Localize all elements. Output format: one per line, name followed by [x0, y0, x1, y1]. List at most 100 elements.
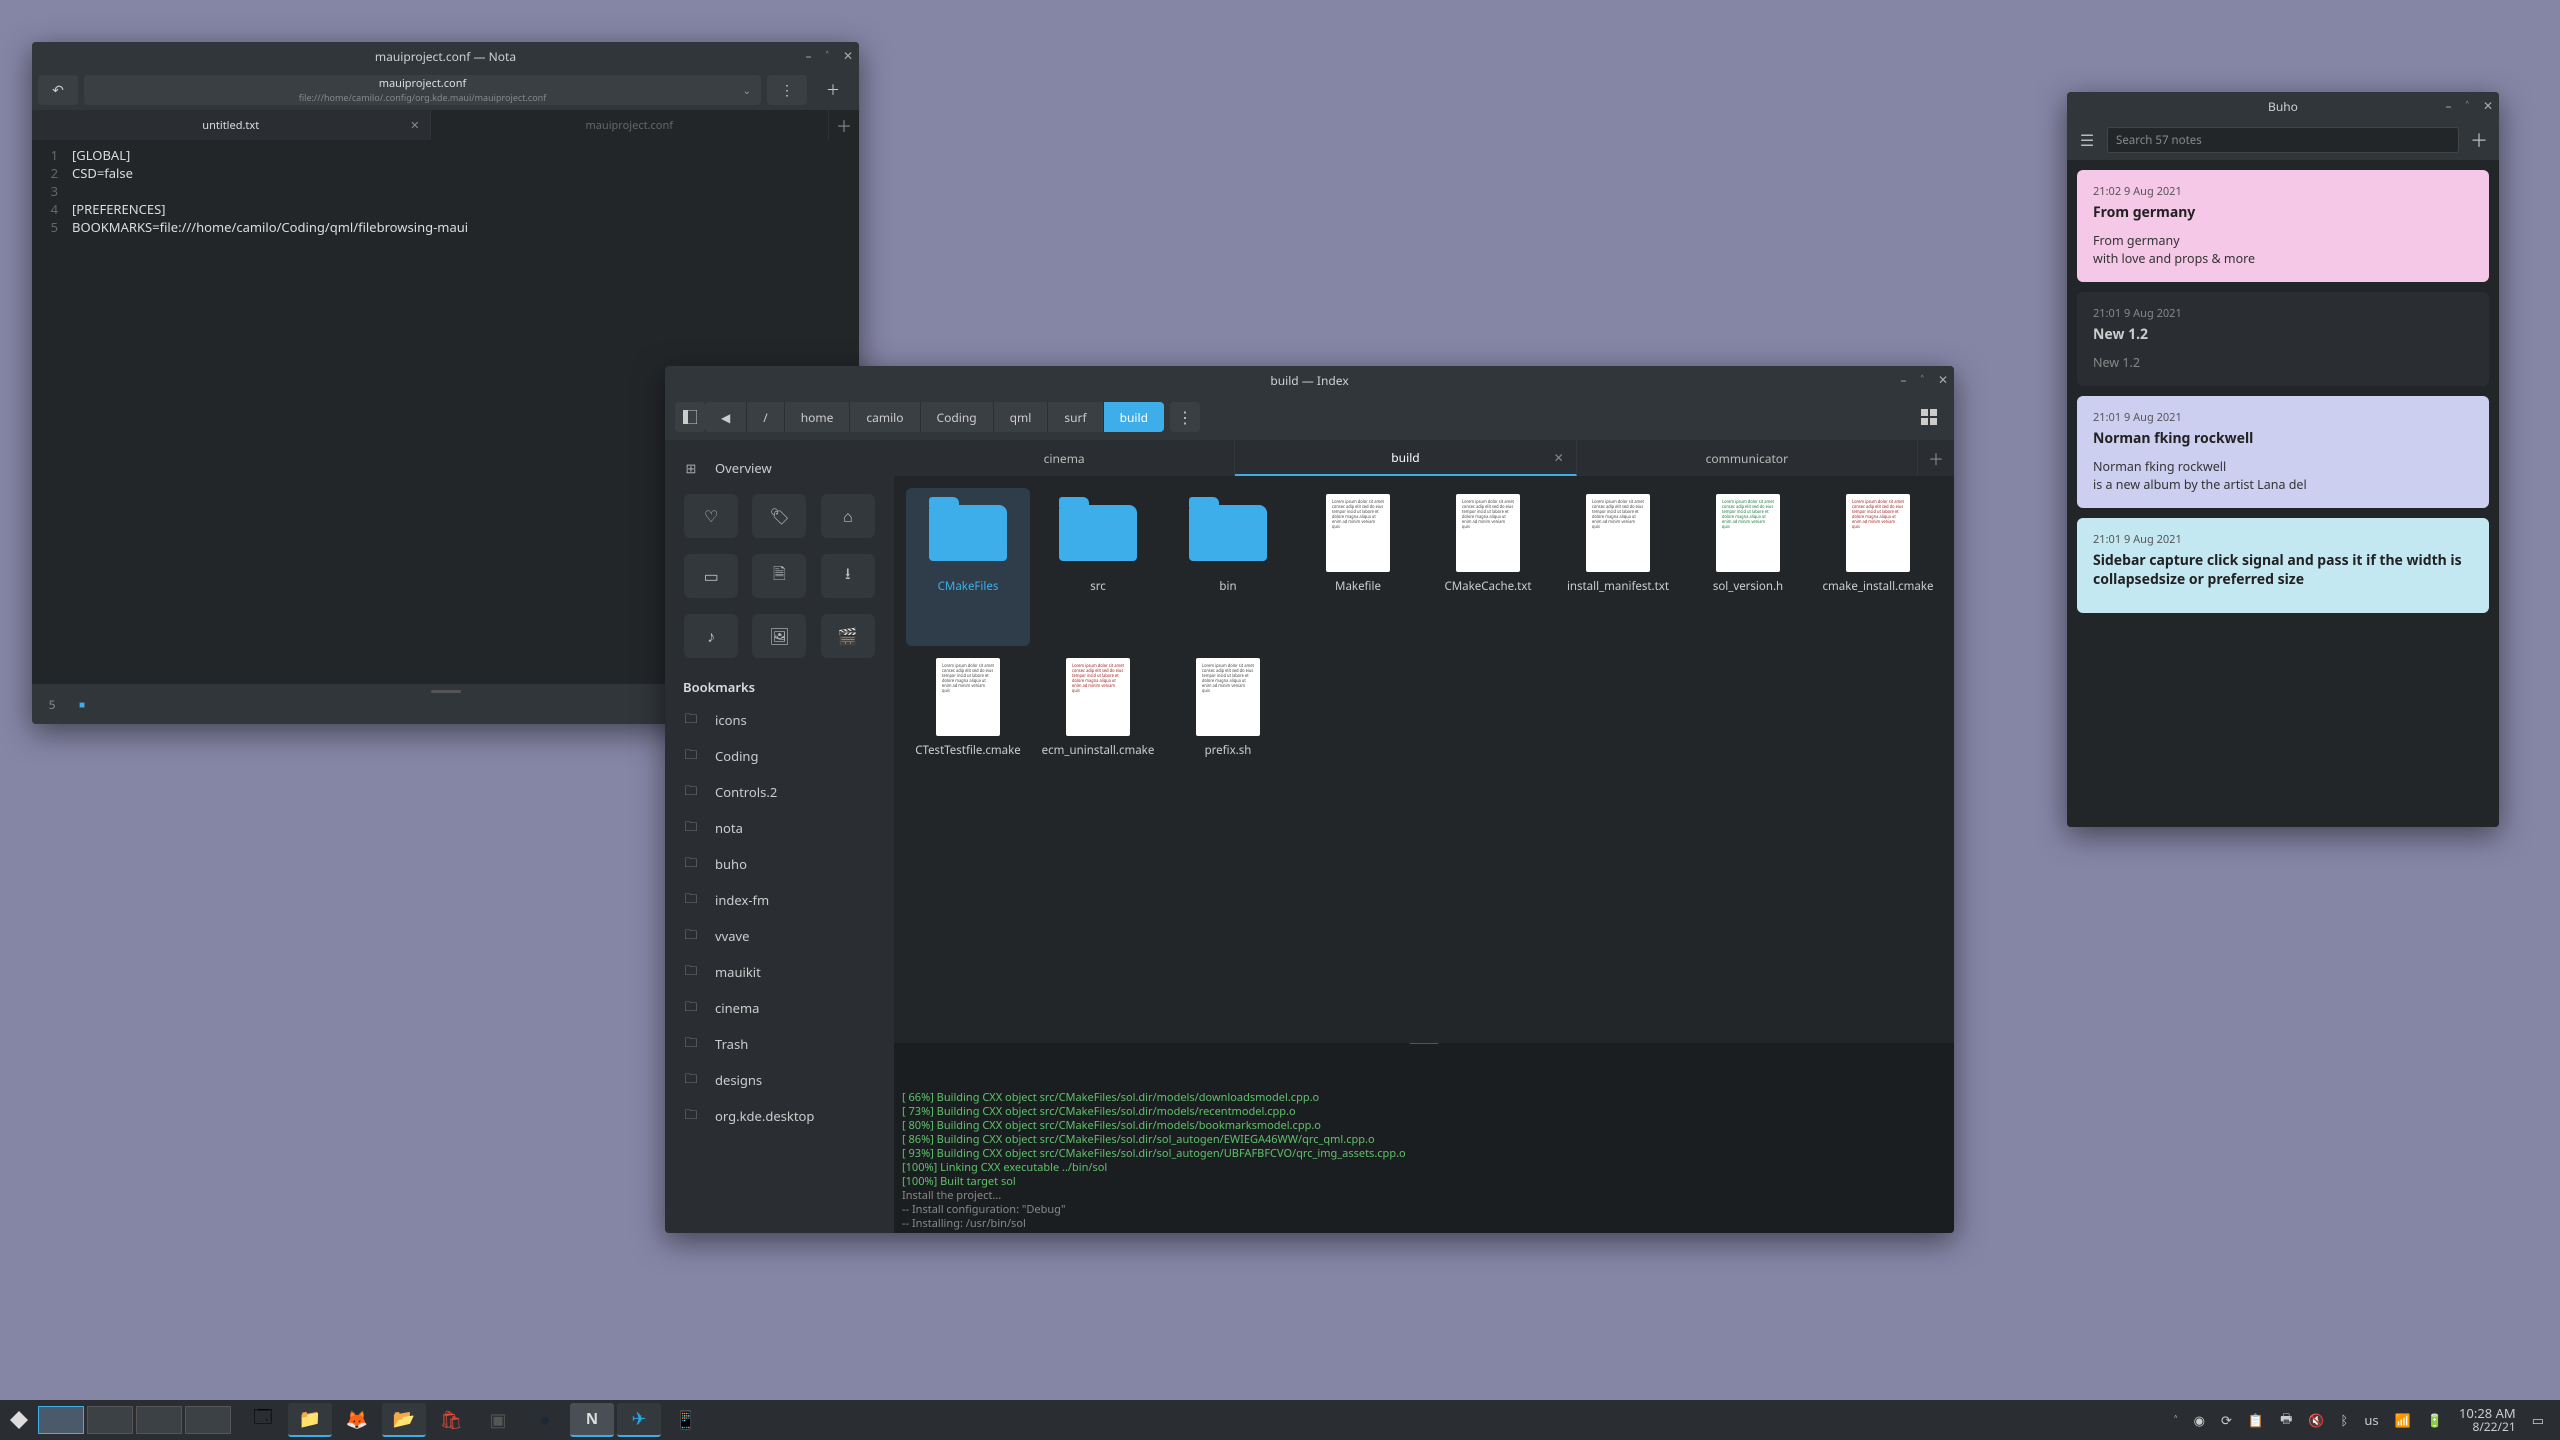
folder-tab-add[interactable]: ＋ — [1918, 440, 1954, 476]
note-card[interactable]: 21:01 9 Aug 2021New 1.2New 1.2 — [2077, 292, 2489, 386]
software-center-icon[interactable]: 🛍 — [429, 1403, 473, 1437]
tray-expand-icon[interactable]: ˄ — [2174, 1411, 2178, 1429]
note-card[interactable]: 21:02 9 Aug 2021From germanyFrom germany… — [2077, 170, 2489, 282]
tab-close-icon[interactable]: ✕ — [1554, 449, 1564, 466]
file-item[interactable]: Lorem ipsum dolor sit amet consec adip e… — [906, 652, 1030, 810]
keyboard-layout[interactable]: us — [2364, 1411, 2378, 1429]
bookmark-item[interactable]: 🗀index-fm — [671, 882, 888, 918]
firefox-icon[interactable]: 🦊 — [335, 1403, 379, 1437]
file-dropdown[interactable]: mauiproject.conf file:///home/camilo/.co… — [84, 75, 761, 105]
hamburger-icon[interactable]: ☰ — [2075, 129, 2099, 151]
virtual-desktop[interactable] — [185, 1406, 231, 1434]
nota-titlebar[interactable]: mauiproject.conf — Nota – ˄ ✕ — [32, 42, 859, 70]
undo-button[interactable]: ↶ — [38, 75, 78, 105]
desktop-button[interactable]: ▭ — [684, 554, 738, 598]
file-item[interactable]: Lorem ipsum dolor sit amet consec adip e… — [1296, 488, 1420, 646]
volume-icon[interactable]: 🔇 — [2308, 1411, 2324, 1429]
folder-tab[interactable]: build✕ — [1235, 440, 1576, 476]
path-segment[interactable]: build — [1104, 402, 1164, 432]
close-icon[interactable]: ✕ — [1938, 374, 1948, 386]
kebab-menu-button[interactable]: ⋮ — [1170, 402, 1200, 432]
path-segment[interactable]: Coding — [921, 402, 994, 432]
path-segment[interactable]: surf — [1048, 402, 1103, 432]
music-button[interactable]: ♪ — [684, 614, 738, 658]
maximize-icon[interactable]: ˄ — [1921, 374, 1924, 386]
pictures-button[interactable]: 🖼 — [752, 614, 806, 658]
folder-tab[interactable]: cinema — [894, 440, 1235, 476]
printer-icon[interactable]: 🖶 — [2280, 1409, 2292, 1432]
add-note-button[interactable]: ＋ — [2467, 127, 2491, 153]
wifi-icon[interactable]: 📶 — [2395, 1411, 2411, 1429]
index-titlebar[interactable]: build — Index – ˄ ✕ — [665, 366, 1954, 394]
file-item[interactable]: Lorem ipsum dolor sit amet consec adip e… — [1556, 488, 1680, 646]
minimize-icon[interactable]: – — [2446, 100, 2452, 112]
file-item[interactable]: Lorem ipsum dolor sit amet consec adip e… — [1426, 488, 1550, 646]
file-item[interactable]: Lorem ipsum dolor sit amet consec adip e… — [1166, 652, 1290, 810]
videos-button[interactable]: 🎬 — [821, 614, 875, 658]
file-item[interactable]: src — [1036, 488, 1160, 646]
bookmark-item[interactable]: 🗀cinema — [671, 990, 888, 1026]
folder-tab[interactable]: communicator — [1577, 440, 1918, 476]
documents-button[interactable]: 🗎 — [752, 554, 806, 598]
path-segment[interactable]: / — [747, 402, 784, 432]
bookmark-item[interactable]: 🗀icons — [671, 702, 888, 738]
close-icon[interactable]: ✕ — [843, 50, 853, 62]
battery-icon[interactable]: 🔋 — [2427, 1411, 2443, 1429]
bookmark-item[interactable]: 🗀vvave — [671, 918, 888, 954]
downloads-button[interactable]: ⭳ — [821, 554, 875, 598]
path-segment[interactable]: qml — [994, 402, 1049, 432]
home-button[interactable]: ⌂ — [821, 494, 875, 538]
tab-add-button[interactable]: ＋ — [829, 110, 859, 140]
virtual-desktop[interactable] — [38, 1406, 84, 1434]
search-input[interactable]: Search 57 notes — [2107, 127, 2459, 153]
media-icon[interactable]: ◉ — [2194, 1411, 2205, 1429]
path-segment[interactable]: ◀ — [705, 402, 747, 432]
kebab-menu-button[interactable]: ⋮ — [767, 75, 807, 105]
bookmark-item[interactable]: 🗀Trash — [671, 1026, 888, 1062]
embedded-terminal[interactable]: [ 66%] Building CXX object src/CMakeFile… — [894, 1043, 1954, 1233]
file-item[interactable]: Lorem ipsum dolor sit amet consec adip e… — [1036, 652, 1160, 810]
dolphin-icon[interactable]: 📂 — [382, 1403, 426, 1437]
buho-titlebar[interactable]: Buho – ˄ ✕ — [2067, 92, 2499, 120]
tags-button[interactable]: 🏷 — [752, 494, 806, 538]
maximize-icon[interactable]: ˄ — [2466, 100, 2469, 112]
bookmark-item[interactable]: 🗀designs — [671, 1062, 888, 1098]
path-segment[interactable]: home — [785, 402, 851, 432]
bookmark-item[interactable]: 🗀mauikit — [671, 954, 888, 990]
new-tab-button[interactable]: ＋ — [813, 75, 853, 105]
virtual-desktop[interactable] — [136, 1406, 182, 1434]
file-item[interactable]: CMakeFiles — [906, 488, 1030, 646]
bluetooth-icon[interactable]: ᛒ — [2341, 1411, 2349, 1429]
code-content[interactable]: [GLOBAL] CSD=false [PREFERENCES] BOOKMAR… — [72, 146, 468, 684]
bookmark-item[interactable]: 🗀org.kde.desktop — [671, 1098, 888, 1134]
view-mode-button[interactable] — [1914, 402, 1944, 432]
file-grid[interactable]: CMakeFilessrcbinLorem ipsum dolor sit am… — [894, 476, 1954, 1043]
kde-connect-icon[interactable]: 📱 — [664, 1403, 708, 1437]
maximize-icon[interactable]: ˄ — [826, 50, 829, 62]
drag-handle[interactable] — [431, 690, 461, 693]
telegram-icon[interactable]: ✈ — [617, 1403, 661, 1437]
favorites-button[interactable]: ♡ — [684, 494, 738, 538]
editor-tab[interactable]: mauiproject.conf — [431, 110, 830, 140]
minimize-icon[interactable]: – — [806, 50, 812, 62]
bookmark-item[interactable]: 🗀nota — [671, 810, 888, 846]
sidebar-toggle-button[interactable] — [675, 402, 705, 432]
bookmark-item[interactable]: 🗀Coding — [671, 738, 888, 774]
start-menu-button[interactable] — [6, 1407, 32, 1433]
konsole-icon[interactable]: ▣ — [476, 1403, 520, 1437]
show-desktop-button[interactable]: ▭ — [2532, 1411, 2544, 1429]
note-card[interactable]: 21:01 9 Aug 2021Sidebar capture click si… — [2077, 518, 2489, 613]
clock[interactable]: 10:28 AM 8/22/21 — [2459, 1406, 2516, 1434]
file-item[interactable]: Lorem ipsum dolor sit amet consec adip e… — [1816, 488, 1940, 646]
show-desktop-icon[interactable]: 🗔 — [241, 1403, 285, 1437]
clipboard-icon[interactable]: 📋 — [2248, 1411, 2264, 1429]
close-icon[interactable]: ✕ — [2483, 100, 2493, 112]
bookmark-item[interactable]: 🗀buho — [671, 846, 888, 882]
nota-app-icon[interactable]: N — [570, 1403, 614, 1437]
note-card[interactable]: 21:01 9 Aug 2021Norman fking rockwellNor… — [2077, 396, 2489, 508]
path-segment[interactable]: camilo — [850, 402, 920, 432]
tab-close-icon[interactable]: ✕ — [410, 118, 419, 133]
file-item[interactable]: Lorem ipsum dolor sit amet consec adip e… — [1686, 488, 1810, 646]
updates-icon[interactable]: ⟳ — [2221, 1411, 2232, 1429]
notes-list[interactable]: 21:02 9 Aug 2021From germanyFrom germany… — [2067, 160, 2499, 827]
